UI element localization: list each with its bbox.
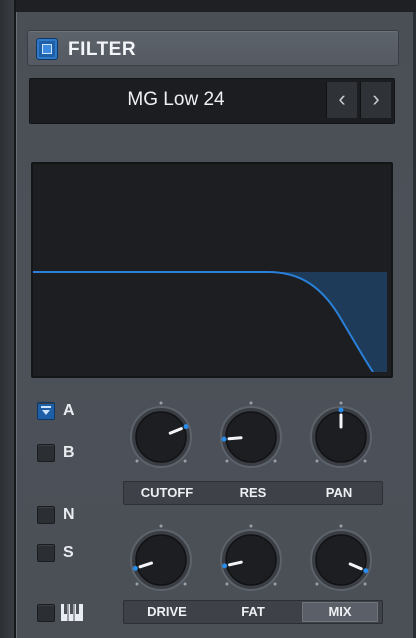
- route-s-label: S: [63, 544, 74, 561]
- filter-panel: FILTER MG Low 24 ‹ › A B N S CUTOFF RES …: [16, 12, 413, 638]
- pan-knob[interactable]: [305, 401, 377, 473]
- knob-tick: [249, 401, 253, 405]
- res-label: RES: [239, 485, 267, 500]
- knob-tick: [225, 582, 229, 586]
- chevron-left-icon: ‹: [338, 86, 346, 111]
- route-a-label: A: [63, 402, 75, 419]
- route-n-button[interactable]: [37, 506, 55, 524]
- filter-title: FILTER: [68, 39, 137, 60]
- knob-value-dot: [183, 424, 189, 430]
- knob-body: [135, 411, 187, 463]
- res-knob[interactable]: [215, 401, 287, 473]
- mix-knob[interactable]: [305, 524, 377, 596]
- toggle-square-icon: [42, 44, 52, 54]
- top-strip: [0, 0, 416, 12]
- fat-label: FAT: [241, 604, 265, 619]
- fat-knob[interactable]: [215, 524, 287, 596]
- knob-value-dot: [222, 563, 228, 569]
- knob-tick: [339, 524, 343, 528]
- knob-tick: [183, 582, 187, 586]
- knob-value-dot: [363, 568, 369, 574]
- knob-tick: [159, 401, 163, 405]
- keytrack-button[interactable]: [37, 604, 55, 622]
- mix-label[interactable]: MIX: [302, 602, 378, 622]
- knob-tick: [159, 524, 163, 528]
- knob-tick: [225, 459, 229, 463]
- knob-value-dot: [132, 565, 138, 571]
- knob-value-dot: [221, 436, 227, 442]
- preset-next-button[interactable]: ›: [360, 82, 391, 118]
- knob-tick: [315, 459, 319, 463]
- pan-label: PAN: [325, 485, 353, 500]
- knob-body: [315, 534, 367, 586]
- preset-name: MG Low 24: [127, 89, 225, 110]
- route-s-button[interactable]: [37, 544, 55, 562]
- filter-header: FILTER: [27, 30, 399, 66]
- filter-curve-area: [273, 272, 387, 372]
- left-sidebar-strip: [0, 0, 16, 638]
- knob-tick: [363, 459, 367, 463]
- drive-label: DRIVE: [147, 604, 187, 619]
- knob-tick: [135, 582, 139, 586]
- knob-body: [225, 534, 277, 586]
- knob-tick: [273, 459, 277, 463]
- knob-labels-row1: CUTOFF RES PAN: [123, 481, 383, 505]
- route-n-label: N: [63, 506, 75, 523]
- preset-prev-button[interactable]: ‹: [326, 82, 357, 118]
- drive-knob[interactable]: [125, 524, 197, 596]
- knob-tick: [363, 582, 367, 586]
- route-b-button[interactable]: [37, 444, 55, 462]
- keyboard-icon: [61, 604, 83, 621]
- knob-labels-row2: DRIVE FAT MIX: [123, 600, 383, 624]
- filter-curve-svg: [33, 271, 387, 373]
- knob-tick: [315, 582, 319, 586]
- filter-response-graph: [31, 162, 393, 378]
- knob-tick: [135, 459, 139, 463]
- route-a-button[interactable]: [37, 402, 55, 420]
- knob-indicator: [227, 436, 243, 441]
- knob-tick: [249, 524, 253, 528]
- filter-enable-toggle[interactable]: [36, 38, 58, 60]
- cutoff-label: CUTOFF: [140, 485, 194, 500]
- knob-tick: [183, 459, 187, 463]
- knob-tick: [339, 401, 343, 405]
- knob-tick: [273, 582, 277, 586]
- knob-value-dot: [338, 407, 344, 413]
- route-b-label: B: [63, 444, 75, 461]
- preset-selector[interactable]: MG Low 24 ‹ ›: [29, 78, 395, 124]
- cutoff-knob[interactable]: [125, 401, 197, 473]
- knob-body: [135, 534, 187, 586]
- chevron-right-icon: ›: [372, 86, 380, 111]
- arrow-down-icon: [41, 406, 51, 415]
